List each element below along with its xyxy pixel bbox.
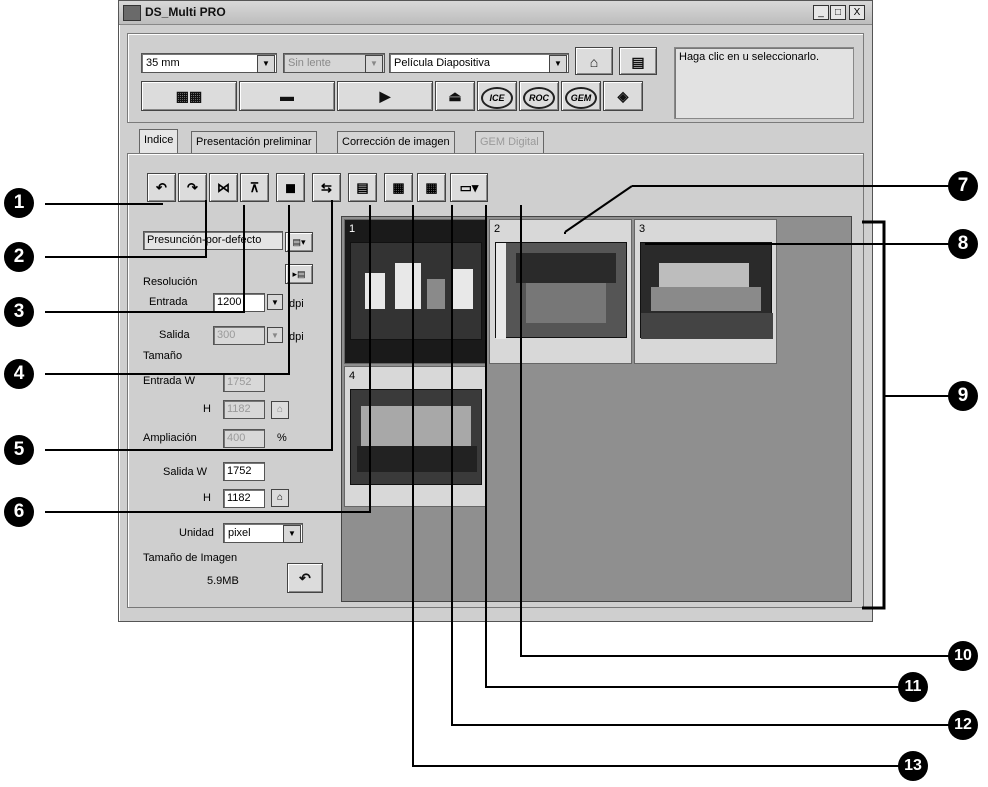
callout-badge: 7 [948, 171, 978, 201]
callout-badge: 2 [4, 242, 34, 272]
callout-lines-svg [412, 185, 950, 767]
callout-badge: 3 [4, 297, 34, 327]
callout-badge: 9 [948, 381, 978, 411]
callout-badge: 1 [4, 188, 34, 218]
callout-badge: 4 [4, 359, 34, 389]
callout-badge: 11 [898, 672, 928, 702]
callout-badge: 6 [4, 497, 34, 527]
callout-badge: 5 [4, 435, 34, 465]
callout-badge: 13 [898, 751, 928, 781]
callout-badge: 12 [948, 710, 978, 740]
callout-badge: 10 [948, 641, 978, 671]
callout-badge: 8 [948, 229, 978, 259]
